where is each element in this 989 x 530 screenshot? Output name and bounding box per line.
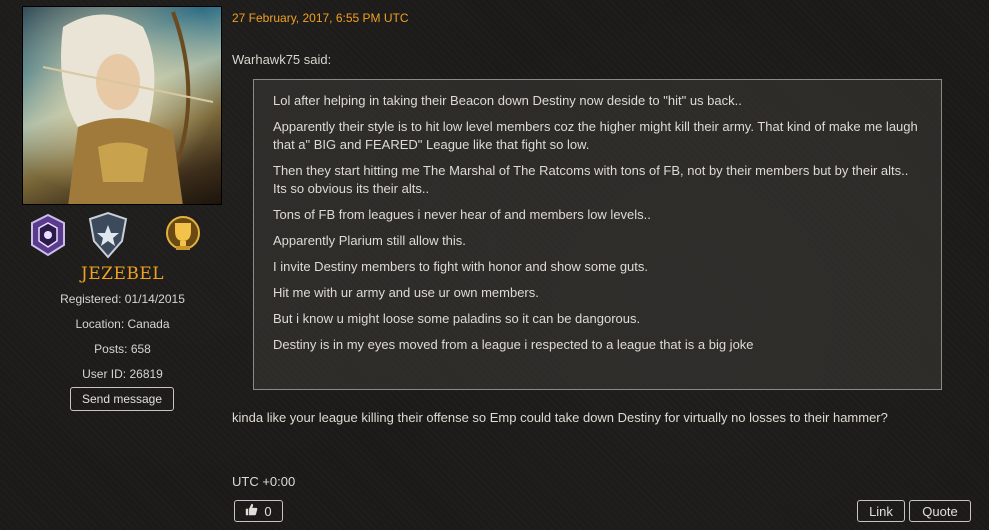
quote-line: Tons of FB from leagues i never hear of …	[273, 207, 651, 222]
post-date[interactable]: 27 February, 2017, 6:55 PM UTC	[232, 11, 409, 25]
quote-line: Apparently Plarium still allow this.	[273, 233, 466, 248]
gold-trophy-badge-icon	[163, 211, 203, 259]
reply-text: kinda like your league killing their off…	[232, 410, 888, 425]
quote-line: I invite Destiny members to fight with h…	[273, 259, 649, 274]
avatar[interactable]	[22, 6, 222, 205]
thumbs-up-icon	[245, 503, 258, 519]
send-message-button[interactable]: Send message	[70, 387, 174, 411]
post-count: Posts: 658	[94, 342, 151, 356]
quote-line: Apparently their style is to hit low lev…	[273, 119, 918, 152]
quote-line: But i know u might loose some paladins s…	[273, 311, 641, 326]
timezone-label: UTC +0:00	[232, 474, 296, 489]
quote-line: Lol after helping in taking their Beacon…	[273, 93, 742, 108]
location: Location: Canada	[75, 317, 170, 331]
quote-line: Then they start hitting me The Marshal o…	[273, 163, 909, 196]
user-panel: JEZEBEL Registered: 01/14/2015 Location:…	[0, 0, 245, 530]
like-button[interactable]: 0	[234, 500, 283, 522]
user-id: User ID: 26819	[82, 367, 163, 381]
link-button[interactable]: Link	[857, 500, 905, 522]
quote-author[interactable]: Warhawk75 said:	[232, 52, 331, 67]
avatar-illustration	[23, 7, 221, 204]
silver-star-rank-badge-icon	[88, 211, 128, 259]
registered-date: Registered: 01/14/2015	[60, 292, 185, 306]
like-count: 0	[264, 503, 272, 519]
username[interactable]: JEZEBEL	[0, 264, 245, 284]
quote-line: Hit me with ur army and use ur own membe…	[273, 285, 539, 300]
quote-block: Lol after helping in taking their Beacon…	[253, 79, 942, 390]
purple-shield-badge-icon	[28, 211, 68, 259]
badges	[28, 211, 218, 259]
quote-line: Destiny is in my eyes moved from a leagu…	[273, 337, 754, 352]
quote-button[interactable]: Quote	[909, 500, 971, 522]
